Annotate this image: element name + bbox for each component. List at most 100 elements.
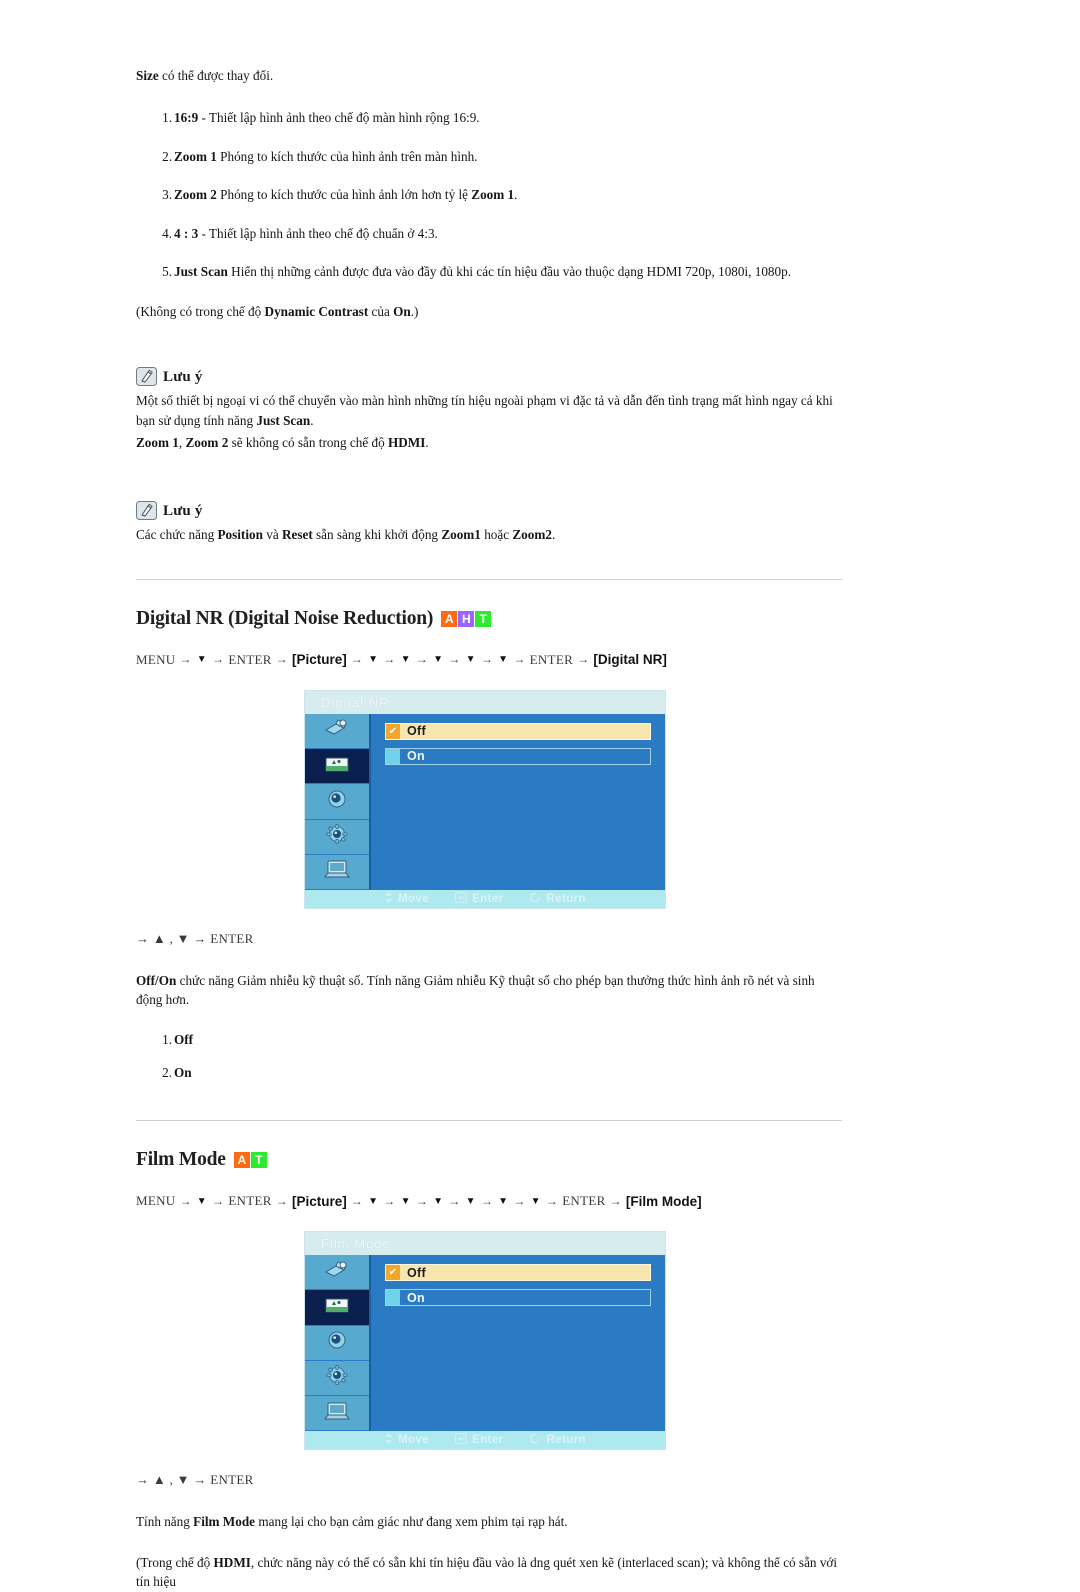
arrow-down-icon: ▼ (368, 654, 379, 666)
dcn-mid: của (368, 303, 394, 319)
badge-a-icon: A (233, 1152, 250, 1169)
note-text-4: hoặc (480, 527, 513, 543)
page-title-digital-nr: Digital NR (Digital Noise Reduction) A H… (136, 608, 842, 630)
osd-option-off[interactable]: ✔ Off (385, 722, 651, 740)
note-text-3: sẵn sàng khi khởi động (312, 527, 442, 543)
list-number: 4. (162, 225, 172, 241)
menu-key: MENU (136, 1193, 176, 1209)
osd-option-off[interactable]: ✔ Off (385, 1264, 651, 1282)
note-body: Một số thiết bị ngoại vi có thể chuyển v… (136, 391, 842, 453)
list-item-bold: 16:9 (174, 110, 199, 126)
note-after: . (425, 435, 429, 451)
osd-option-label: On (407, 749, 425, 764)
osd-option-panel: ✔ Off On (371, 713, 665, 890)
osd-title-bar: Film Mode (305, 1232, 665, 1256)
list-item-text: Phóng to kích thước của hình ảnh lớn hơn… (216, 187, 472, 203)
menu-key: MENU (136, 651, 176, 667)
osd-footer-label: Return (546, 892, 586, 905)
osd-title-bar: Digital NR (305, 690, 665, 714)
hdmi-note-pre: (Trong chế độ (136, 1555, 214, 1571)
note-line: Zoom 1, Zoom 2 sẽ không có sẵn trong chế… (136, 433, 842, 453)
osd-rail-multi-control[interactable] (305, 1395, 369, 1432)
arrow-right-icon: → (212, 1193, 225, 1208)
section-divider (136, 578, 842, 580)
list-item: 3. Zoom 2 Phóng to kích thước của hình ản… (136, 186, 842, 204)
setup-gear-icon (322, 1364, 352, 1391)
osd-rail-sound[interactable] (305, 784, 369, 820)
list-item-text-2: . (514, 187, 518, 203)
arrow-down-icon: ▼ (433, 654, 444, 666)
note-bold-3: Zoom1 (441, 527, 481, 543)
page-title-film-mode: Film Mode A T (136, 1149, 842, 1171)
setup-gear-icon (322, 823, 352, 850)
osd-footer-label: Move (398, 892, 430, 905)
menu-bracket-picture: [Picture] (292, 1193, 347, 1209)
list-item: 1. 16:9 - Thiết lập hình ảnh theo chế độ … (136, 109, 842, 127)
osd-rail-setup[interactable] (305, 1360, 369, 1396)
osd-rail-picture[interactable] (305, 749, 369, 785)
osd-rail-input-source[interactable] (305, 713, 369, 750)
enter-key: ENTER (228, 1193, 272, 1209)
note-after: . (310, 412, 314, 428)
arrow-down-icon: ▼ (433, 1195, 444, 1207)
badge-group: A H T (441, 610, 492, 627)
note-after: . (551, 527, 556, 543)
arrow-down-icon: ▼ (465, 654, 476, 666)
note-text: Một số thiết bị ngoại vi có thể chuyển v… (136, 392, 833, 428)
note-header: Lưu ý (136, 366, 842, 386)
arrow-down-icon: ▼ (498, 654, 509, 666)
osd-body: ✔ Off On (305, 1255, 665, 1432)
osd-rail-sound[interactable] (305, 1325, 369, 1361)
osd-rail-multi-control[interactable] (305, 854, 369, 890)
list-item-bold-2: Zoom 1 (471, 187, 515, 203)
enter-icon (454, 1432, 468, 1447)
list-number: 2. (162, 1064, 172, 1080)
osd-option-on[interactable]: On (385, 747, 651, 765)
arrow-right-icon: → (480, 652, 494, 667)
osd-rail-input-source[interactable] (305, 1255, 369, 1291)
list-item: 4. 4 : 3 - Thiết lập hình ảnh theo chế độ… (136, 225, 842, 243)
osd-option-label: Off (407, 1265, 426, 1280)
osd-footer-move: Move (384, 891, 430, 906)
arrow-down-icon: ▼ (368, 1195, 379, 1207)
osd-rail-picture[interactable] (305, 1290, 369, 1326)
note-title: Lưu ý (163, 503, 203, 520)
osd-footer-bar: Move Enter Return (305, 889, 665, 908)
osd-screenshot-film-mode: Film Mode ✔ Off On Move Enter Return (304, 1231, 666, 1451)
badge-a-icon: A (441, 610, 458, 627)
note-body: Các chức năng Position và Reset sẵn sàng… (136, 525, 842, 545)
key-hint-film-mode: → ▲ , ▼ → ENTER (136, 1472, 254, 1488)
intro-lead-rest: có thể được thay đổi. (158, 68, 274, 83)
dcn-bold2: On (393, 303, 411, 319)
osd-sidebar (305, 1255, 371, 1432)
osd-sidebar (305, 713, 371, 890)
arrow-down-icon: ▼ (465, 1195, 476, 1207)
arrow-right-icon: → (415, 1193, 429, 1208)
osd-option-on[interactable]: On (385, 1289, 651, 1307)
list-item: 5. Just Scan Hiển thị những cảnh được đưa… (136, 263, 842, 281)
move-icon (384, 1433, 393, 1447)
arrow-down-icon: ▼ (498, 1195, 509, 1207)
osd-rail-setup[interactable] (305, 819, 369, 855)
desc-text: chức năng Giảm nhiễu kỹ thuật số. Tính n… (136, 972, 815, 1008)
multi-control-icon (322, 1400, 352, 1427)
arrow-right-icon: → (513, 652, 526, 667)
picture-icon (322, 1294, 352, 1321)
arrow-down-icon: ▼ (400, 654, 411, 666)
list-item-text: Phóng to kích thước của hình ảnh trên mà… (216, 148, 478, 164)
document-page: Size có thể được thay đổi. 1. 16:9 - Thiế… (0, 0, 1080, 1589)
menu-bracket-target: [Digital NR] (593, 652, 667, 668)
checkbox-empty-icon (386, 748, 400, 764)
menu-bracket-picture: [Picture] (292, 652, 347, 668)
note-text-2: và (262, 527, 282, 543)
enter-icon (454, 891, 468, 906)
checkmark-icon: ✔ (386, 723, 400, 739)
arrow-down-icon: ▼ (196, 1195, 207, 1207)
key-hint-digital-nr: → ▲ , ▼ → ENTER (136, 930, 254, 946)
list-item: 1. Off (136, 1031, 842, 1049)
dcn-pre: (Không có trong chế độ (136, 303, 265, 319)
arrow-right-icon: → (609, 1193, 622, 1208)
hdmi-note-bold: HDMI (213, 1555, 251, 1571)
badge-h-icon: H (458, 610, 475, 627)
note-pencil-icon (136, 366, 157, 386)
